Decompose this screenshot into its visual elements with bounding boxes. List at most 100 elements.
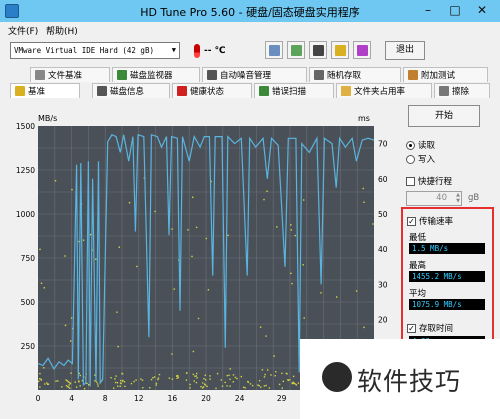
access-time-point [286,373,288,375]
quick-stroke-value: 40 [436,193,447,203]
access-time-point [43,367,45,369]
tab-error-scan[interactable]: 错误扫描 [254,83,334,98]
access-time-point [168,377,171,379]
access-time-point [110,377,112,379]
temperature-value: -- ℃ [204,46,226,56]
screenshot-button[interactable] [309,41,327,59]
erase-icon [439,86,449,96]
access-time-point [61,386,63,388]
access-time-point [79,374,81,377]
access-time-point [274,375,276,377]
access-time-point [292,382,294,385]
access-time-point [205,237,207,240]
tab-folder-usage[interactable]: 文件夹占用率 [336,83,432,98]
access-time-point [292,375,295,378]
menu-file[interactable]: 文件(F) [8,24,38,37]
tab-aam[interactable]: 自动噪音管理 [202,67,307,82]
watermark-logo-icon [322,362,352,392]
access-time-point [79,385,81,387]
access-time-option[interactable]: ✓ 存取时间 [407,322,453,334]
y-left-tick-label: 1250 [16,166,35,175]
access-time-point [140,378,142,380]
access-time-point [155,384,157,386]
transfer-rate-checkbox[interactable]: ✓ [407,216,416,226]
tab-random-access[interactable]: 随机存取 [309,67,401,82]
access-time-point [229,385,231,387]
access-time-point [69,387,71,389]
access-time-point [39,372,41,375]
read-radio[interactable] [406,140,415,150]
spinner-arrows-icon[interactable]: ▲ ▼ [456,192,460,204]
access-time-point [363,201,365,203]
access-time-point [266,190,268,192]
access-time-point [69,382,72,385]
y-left-tick-label: 250 [21,342,36,351]
read-option[interactable]: 读取 [406,139,435,151]
access-time-point [206,385,208,388]
access-time-point [68,384,70,386]
options-button[interactable] [331,41,349,59]
quick-stroke-option[interactable]: 快捷行程 [406,175,452,187]
health-icon [177,86,187,96]
access-time-point [177,376,180,379]
access-time-point [192,196,194,198]
access-time-point [249,383,252,385]
access-time-point [70,372,72,374]
y-right-unit: ms [358,114,370,123]
access-time-point [157,378,159,381]
maximize-icon[interactable]: □ [447,3,463,18]
access-time-point [281,372,283,374]
menu-help[interactable]: 帮助(H) [46,24,78,37]
write-radio[interactable] [406,154,415,164]
start-button[interactable]: 开始 [408,105,480,127]
access-time-point [114,381,117,384]
access-time-point [176,377,178,379]
download-icon [357,45,368,56]
read-label: 读取 [418,141,436,151]
access-time-point [150,378,153,381]
access-time-point [282,380,284,383]
save-button[interactable] [353,41,371,59]
quick-stroke-unit: gB [468,193,480,203]
access-time-point [268,387,271,389]
avg-label: 平均 [409,289,427,299]
access-time-point [116,311,118,313]
tab-file-benchmark[interactable]: 文件基准 [30,67,110,82]
access-time-point [291,282,293,285]
access-time-point [258,380,261,382]
quick-stroke-label: 快捷行程 [418,177,453,187]
tab-disk-monitor[interactable]: 磁盘监视器 [112,67,200,82]
write-option[interactable]: 写入 [406,153,435,165]
tab-health[interactable]: 健康状态 [172,83,252,98]
exit-button[interactable]: 退出 [385,41,425,60]
access-time-checkbox[interactable]: ✓ [407,323,416,333]
access-time-point [372,223,374,225]
access-time-point [46,383,49,385]
quick-stroke-checkbox[interactable] [406,176,415,186]
tab-disk-info[interactable]: 磁盘信息 [92,83,170,98]
access-time-point [55,380,57,382]
test-icon [408,70,418,80]
access-time-point [260,386,262,388]
access-time-point [290,229,292,231]
access-time-point [259,326,262,328]
access-time-point [136,265,138,268]
write-label: 写入 [418,155,436,165]
access-time-point [95,258,97,260]
transfer-rate-option[interactable]: ✓ 传输速率 [407,215,453,227]
access-time-point [71,188,73,191]
copy-info-button[interactable] [287,41,305,59]
y-right-tick-label: 70 [378,140,388,149]
copy-text-button[interactable] [265,41,283,59]
close-icon[interactable]: ✕ [474,3,490,18]
tab-extra-tests[interactable]: 附加测试 [403,67,488,82]
tab-benchmark[interactable]: 基准 [10,83,80,98]
random-icon [314,70,324,80]
access-time-point [263,385,266,387]
access-time-point [196,377,198,379]
minimize-icon[interactable]: – [420,3,436,18]
access-time-point [189,387,191,389]
quick-stroke-spinner[interactable]: 40 ▲ ▼ [406,191,462,206]
drive-select[interactable]: VMware Virtual IDE Hard (42 gB) ▼ [10,42,180,59]
tab-erase[interactable]: 擦除 [434,83,490,98]
